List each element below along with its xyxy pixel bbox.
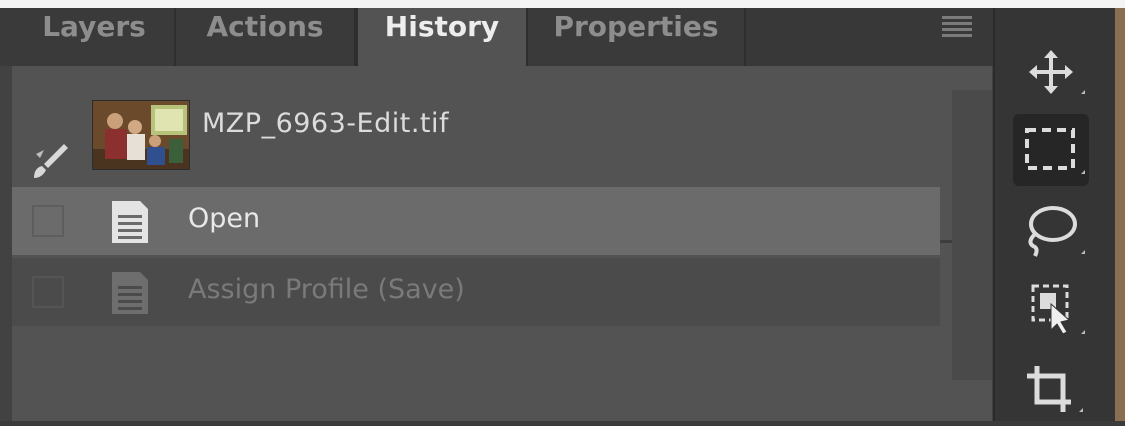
tab-history[interactable]: History xyxy=(356,8,528,66)
object-selection-icon xyxy=(1031,284,1085,335)
hamburger-menu-icon[interactable] xyxy=(942,16,972,38)
window-right-border xyxy=(1115,8,1125,421)
document-icon xyxy=(108,199,152,245)
move-icon xyxy=(1029,50,1085,94)
marquee-icon xyxy=(1025,128,1085,174)
tools-panel xyxy=(993,8,1117,421)
photoshop-window: Layers Actions History Properties MZP_69… xyxy=(0,0,1125,421)
snapshot-thumbnail xyxy=(92,100,190,170)
history-source-checkbox[interactable] xyxy=(32,205,64,237)
history-panel: Layers Actions History Properties MZP_69… xyxy=(0,8,993,421)
rectangular-marquee-tool[interactable] xyxy=(1013,114,1089,186)
document-icon xyxy=(108,270,152,316)
object-selection-tool[interactable] xyxy=(1013,274,1089,346)
history-state-row[interactable]: Open xyxy=(12,187,940,255)
history-source-checkbox[interactable] xyxy=(32,276,64,308)
history-state-label: Assign Profile (Save) xyxy=(188,274,465,305)
tab-layers[interactable]: Layers xyxy=(14,8,176,66)
lasso-icon xyxy=(1028,206,1085,257)
tab-properties[interactable]: Properties xyxy=(528,8,746,66)
crop-icon xyxy=(1027,366,1083,412)
top-edge xyxy=(0,0,1125,8)
history-list: MZP_6963-Edit.tif Open Assign Profile (S… xyxy=(12,66,992,421)
move-tool[interactable] xyxy=(1013,36,1089,108)
snapshot-label: MZP_6963-Edit.tif xyxy=(202,108,449,139)
history-state-label: Open xyxy=(188,203,261,234)
panel-tab-bar: Layers Actions History Properties xyxy=(0,8,993,66)
history-state-row[interactable]: Assign Profile (Save) xyxy=(12,258,940,326)
scrollbar-track[interactable] xyxy=(952,90,992,380)
lasso-tool[interactable] xyxy=(1013,194,1089,266)
crop-tool[interactable] xyxy=(1013,354,1089,426)
tab-actions[interactable]: Actions xyxy=(176,8,356,66)
history-brush-icon[interactable] xyxy=(30,140,70,180)
